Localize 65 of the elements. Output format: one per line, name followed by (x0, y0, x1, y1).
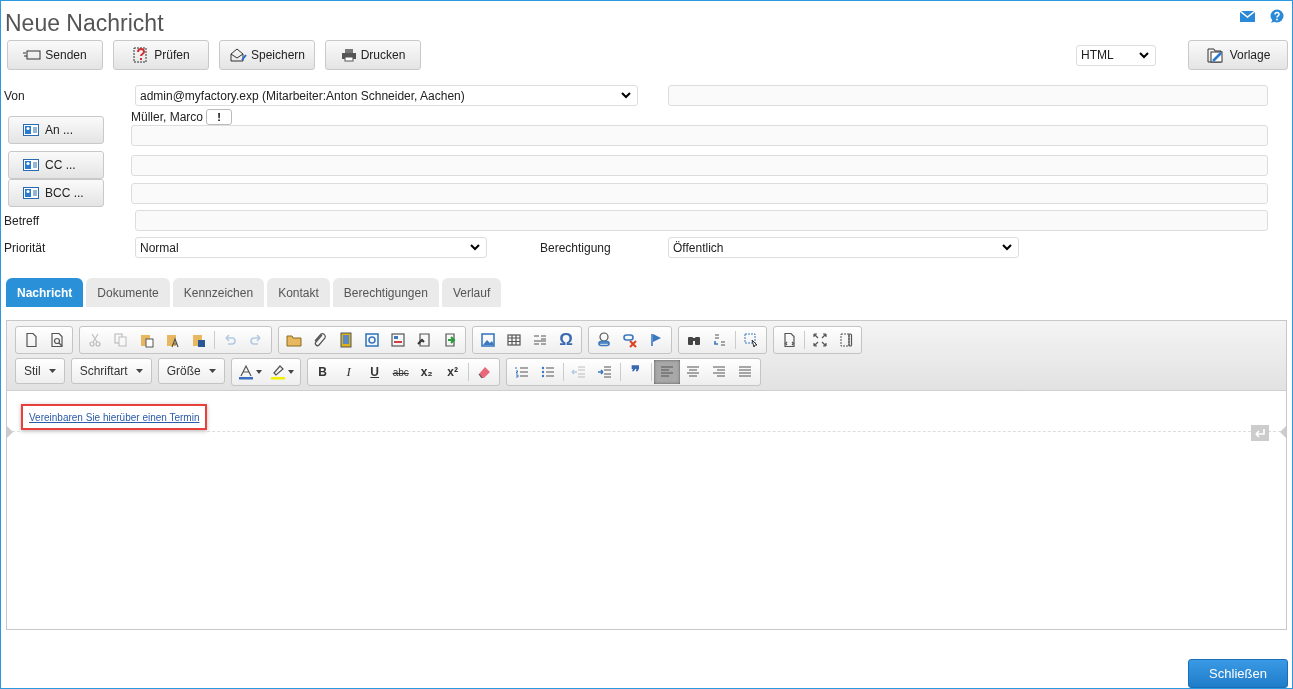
tab[interactable]: Verlauf (441, 278, 502, 307)
help-icon[interactable] (1269, 9, 1284, 24)
priority-flag-button[interactable]: ! (206, 108, 233, 125)
chevron-icon (470, 244, 480, 251)
tab[interactable]: Kontakt (267, 278, 330, 307)
input-field[interactable] (131, 182, 1268, 204)
send-button[interactable]: Senden (7, 40, 103, 70)
priority-label: Priorität (4, 240, 47, 255)
content-link[interactable]: Vereinbaren Sie hierüber einen Termin (29, 412, 200, 423)
subject-label: Betreff (4, 213, 41, 228)
italic-button[interactable]: I (335, 360, 362, 384)
permission-label: Berechtigung (540, 240, 612, 255)
close-button[interactable]: Schließen (1188, 659, 1288, 688)
input-field[interactable] (131, 154, 1268, 176)
save-button[interactable]: Speichern (219, 40, 315, 70)
strike-button[interactable]: abc (387, 360, 414, 384)
chevron-icon (621, 92, 631, 99)
toolbar-dropdown[interactable]: Stil (15, 358, 65, 384)
tab[interactable]: Kennzeichen (172, 278, 265, 307)
caret-icon (287, 370, 294, 374)
alignleft-icon[interactable] (653, 360, 680, 384)
dropdown-label: Schriftart (79, 364, 128, 378)
recipient-button[interactable]: An ... (8, 116, 104, 144)
from-label: Von (4, 88, 26, 103)
folder-pen-icon (1205, 46, 1226, 64)
printer-icon (340, 48, 357, 62)
caret-icon (208, 369, 216, 373)
check-button[interactable]: Prüfen (113, 40, 209, 70)
format-select[interactable]: HTML (1076, 44, 1156, 66)
subscript-button[interactable]: x₂ (413, 360, 440, 384)
tab[interactable]: Berechtigungen (332, 278, 439, 307)
dropdown-label: Stil (24, 364, 41, 378)
contact-card-icon (23, 124, 39, 136)
underline-button[interactable]: U (361, 360, 388, 384)
superscript-button[interactable]: x² (439, 360, 466, 384)
recipient-button[interactable]: CC ... (8, 151, 104, 179)
caret-icon (48, 369, 56, 373)
letter-a-icon (237, 364, 254, 380)
input-field[interactable] (131, 125, 1268, 146)
window-title: Neue Nachricht (5, 9, 164, 37)
permission-select[interactable]: Öffentlich (668, 237, 1019, 258)
toolbar-dropdown[interactable]: Schriftart (70, 358, 152, 384)
caret-icon (255, 370, 262, 374)
recipient-name: Müller, Marco (131, 109, 204, 124)
chevron-icon (1002, 244, 1012, 251)
subject-field[interactable] (135, 210, 1268, 231)
contact-card-icon (23, 159, 39, 171)
mail-icon[interactable] (1240, 11, 1255, 22)
dropdown-label: Größe (166, 364, 201, 378)
glyph-button[interactable]: ❞ (622, 360, 649, 384)
print-button[interactable]: Drucken (325, 40, 421, 70)
envelope-icon (23, 49, 42, 61)
contact-card-icon (23, 187, 39, 199)
envelope-pen-icon (228, 47, 247, 63)
bold-button[interactable]: B (309, 360, 336, 384)
tab[interactable]: Dokumente (86, 278, 170, 307)
template-button[interactable]: Vorlage (1188, 40, 1288, 70)
from-select[interactable]: admin@myfactory.exp (Mitarbeiter:Anton Schneider, Aachen) (135, 85, 638, 106)
recipient-button[interactable]: BCC ... (8, 179, 104, 207)
caret-icon (135, 369, 143, 373)
input-field[interactable] (668, 85, 1268, 106)
marker-pen-icon (269, 364, 286, 380)
toolbar-dropdown[interactable]: Größe (157, 358, 225, 384)
chevron-icon (1139, 51, 1149, 59)
priority-select[interactable]: Normal (135, 237, 487, 258)
